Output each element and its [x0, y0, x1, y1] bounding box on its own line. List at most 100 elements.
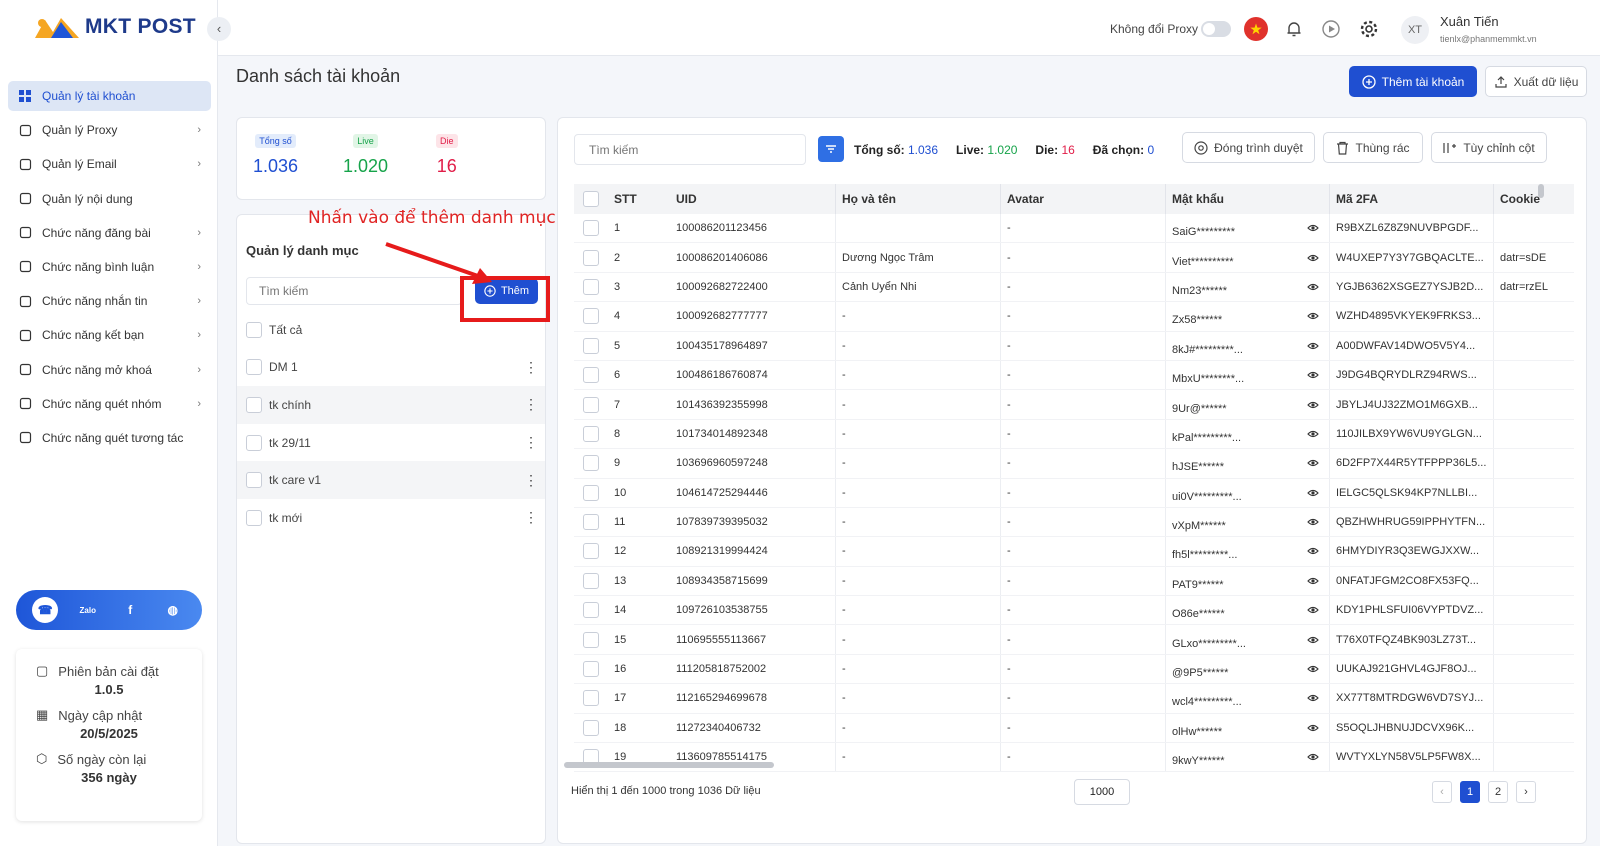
eye-icon[interactable] — [1307, 545, 1319, 557]
eye-icon[interactable] — [1307, 516, 1319, 528]
bell-icon[interactable] — [1282, 17, 1306, 41]
eye-icon[interactable] — [1307, 634, 1319, 646]
trash-button[interactable]: Thùng rác — [1323, 132, 1423, 163]
row-checkbox[interactable] — [583, 308, 599, 325]
more-vertical-icon[interactable]: ⋮ — [524, 359, 538, 376]
table-search-input[interactable] — [574, 134, 806, 165]
eye-icon[interactable] — [1307, 310, 1319, 322]
sidebar-item-7[interactable]: Chức năng kết bạn › — [8, 320, 211, 350]
prev-page-button[interactable]: ‹ — [1432, 781, 1452, 803]
col-cookie[interactable]: Cookie — [1493, 184, 1574, 214]
col-2fa[interactable]: Mã 2FA — [1329, 184, 1493, 214]
category-item[interactable]: tk mới ⋮ — [237, 499, 545, 537]
sidebar-item-1[interactable]: Quản lý Proxy › — [8, 115, 211, 145]
category-search-input[interactable] — [246, 277, 462, 305]
eye-icon[interactable] — [1307, 369, 1319, 381]
category-checkbox[interactable] — [246, 472, 262, 489]
category-checkbox[interactable] — [246, 359, 262, 376]
eye-icon[interactable] — [1307, 457, 1319, 469]
category-checkbox[interactable] — [246, 396, 262, 413]
more-vertical-icon[interactable]: ⋮ — [524, 509, 538, 526]
row-checkbox[interactable] — [583, 220, 599, 237]
sidebar-item-3[interactable]: Quản lý nội dung — [8, 184, 211, 214]
row-checkbox[interactable] — [583, 337, 599, 354]
table-row[interactable]: 18 11272340406732- - olHw****** S5OQLJHBNUJD… — [574, 713, 1574, 744]
col-name[interactable]: Họ và tên — [835, 184, 1000, 214]
table-row[interactable]: 5 100435178964897- -8kJ#*********... A00DWF… — [574, 331, 1574, 361]
export-button[interactable]: Xuất dữ liệu — [1485, 66, 1587, 97]
more-vertical-icon[interactable]: ⋮ — [524, 472, 538, 489]
page-1-button[interactable]: 1 — [1460, 781, 1480, 803]
category-item[interactable]: tk care v1 ⋮ — [237, 461, 545, 499]
sidebar-item-4[interactable]: Chức năng đăng bài › — [8, 218, 211, 248]
app-logo[interactable]: MKT POST — [33, 14, 196, 40]
row-checkbox[interactable] — [583, 455, 599, 472]
table-row[interactable]: 15 110695555113667- - GLxo*********... T76X0… — [574, 625, 1574, 655]
close-browser-button[interactable]: Đóng trình duyệt — [1182, 132, 1315, 163]
page-2-button[interactable]: 2 — [1488, 781, 1508, 803]
table-row[interactable]: 11 107839739395032- - vXpM****** QBZHWHRUG59… — [574, 507, 1574, 538]
row-checkbox[interactable] — [583, 249, 599, 266]
row-checkbox[interactable] — [583, 484, 599, 501]
play-icon[interactable] — [1319, 17, 1343, 41]
col-password[interactable]: Mật khẩu — [1165, 184, 1329, 214]
category-item[interactable]: tk chính ⋮ — [237, 386, 545, 424]
zalo-icon[interactable]: Zalo — [75, 597, 101, 623]
table-row[interactable]: 17 112165294699678- - wcl4*********... XX77T… — [574, 684, 1574, 714]
row-checkbox[interactable] — [583, 425, 599, 442]
eye-icon[interactable] — [1307, 252, 1319, 264]
row-checkbox[interactable] — [583, 690, 599, 707]
next-page-button[interactable]: › — [1516, 781, 1536, 803]
row-checkbox[interactable] — [583, 514, 599, 531]
eye-icon[interactable] — [1307, 575, 1319, 587]
category-item[interactable]: tk 29/11 ⋮ — [237, 424, 545, 462]
web-icon[interactable]: ◍ — [160, 597, 186, 623]
table-row[interactable]: 7 101436392355998- -9Ur@****** JBYLJ4UJ32ZM… — [574, 390, 1574, 420]
category-checkbox[interactable] — [246, 509, 262, 526]
row-checkbox[interactable] — [583, 543, 599, 560]
category-item[interactable]: DM 1 ⋮ — [237, 349, 545, 387]
eye-icon[interactable] — [1307, 751, 1319, 763]
table-row[interactable]: 6 100486186760874- - MbxU********... J9DG4BQ… — [574, 360, 1574, 391]
support-icon[interactable]: ☎ — [32, 597, 59, 623]
eye-icon[interactable] — [1307, 487, 1319, 499]
table-row[interactable]: 13 108934358715699- - PAT9****** 0NFATJFGM2C… — [574, 566, 1574, 597]
more-vertical-icon[interactable]: ⋮ — [524, 434, 538, 451]
table-row[interactable]: 14 109726103538755- - O86e****** KDY1PHLSFUI… — [574, 596, 1574, 626]
gear-icon[interactable] — [1357, 17, 1381, 41]
category-checkbox[interactable] — [246, 321, 262, 338]
category-checkbox[interactable] — [246, 434, 262, 451]
eye-icon[interactable] — [1307, 281, 1319, 293]
eye-icon[interactable] — [1307, 340, 1319, 352]
filter-button[interactable] — [818, 136, 844, 162]
vertical-scrollbar[interactable] — [1538, 184, 1544, 198]
row-checkbox[interactable] — [583, 278, 599, 295]
row-checkbox[interactable] — [583, 572, 599, 589]
table-row[interactable]: 8 101734014892348- - kPal*********... 110JIL… — [574, 419, 1574, 450]
eye-icon[interactable] — [1307, 663, 1319, 675]
vietnam-flag-icon[interactable] — [1244, 17, 1268, 41]
horizontal-scrollbar[interactable] — [564, 762, 774, 768]
table-row[interactable]: 9 103696960597248- - hJSE****** 6D2FP7X44R5Y… — [574, 449, 1574, 479]
sidebar-item-0[interactable]: Quản lý tài khoản — [8, 81, 211, 111]
eye-icon[interactable] — [1307, 604, 1319, 616]
sidebar-item-8[interactable]: Chức năng mở khoá › — [8, 355, 211, 385]
eye-icon[interactable] — [1307, 692, 1319, 704]
table-row[interactable]: 12 108921319994424- - fh5l*********... 6HMYD… — [574, 537, 1574, 567]
col-uid[interactable]: UID — [670, 184, 835, 214]
row-checkbox[interactable] — [583, 631, 599, 648]
eye-icon[interactable] — [1307, 722, 1319, 734]
table-row[interactable]: 19 113609785514175- -9kwY****** WVTYXLYN58V… — [574, 743, 1574, 773]
facebook-icon[interactable]: f — [117, 597, 143, 623]
more-vertical-icon[interactable]: ⋮ — [524, 396, 538, 413]
table-row[interactable]: 10 104614725294446- - ui0V*********... IELGC… — [574, 478, 1574, 508]
row-checkbox[interactable] — [583, 719, 599, 736]
row-checkbox[interactable] — [583, 602, 599, 619]
eye-icon[interactable] — [1307, 399, 1319, 411]
customize-columns-button[interactable]: Tùy chỉnh cột — [1431, 132, 1547, 163]
proxy-toggle[interactable] — [1201, 21, 1231, 37]
table-row[interactable]: 1 100086201123456 - SaiG********* R9BXZL6Z8Z… — [574, 214, 1574, 244]
table-row[interactable]: 4 100092682777777- - Zx58****** WZHD4895VKYE… — [574, 302, 1574, 332]
sidebar-item-10[interactable]: Chức năng quét tương tác — [8, 423, 211, 453]
select-all-checkbox[interactable] — [583, 191, 599, 207]
